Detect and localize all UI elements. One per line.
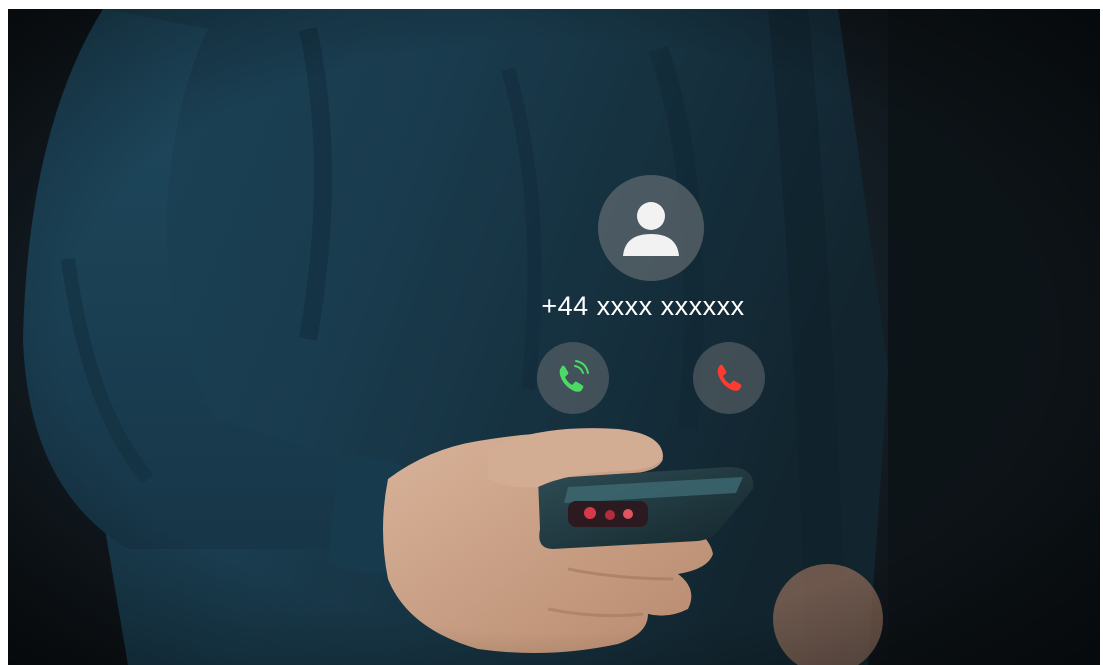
accept-call-button[interactable]	[537, 342, 609, 414]
user-avatar-icon	[623, 202, 679, 256]
caller-avatar	[598, 175, 704, 281]
decline-call-button[interactable]	[693, 342, 765, 414]
person-holding-phone-scene	[8, 9, 1100, 665]
image-frame: +44 xxxx xxxxxx	[0, 0, 1103, 665]
phone-ringing-icon	[559, 360, 589, 392]
background-photo: +44 xxxx xxxxxx	[8, 9, 1100, 665]
phone-hangup-icon	[717, 364, 742, 391]
caller-number: +44 xxxx xxxxxx	[541, 291, 745, 321]
